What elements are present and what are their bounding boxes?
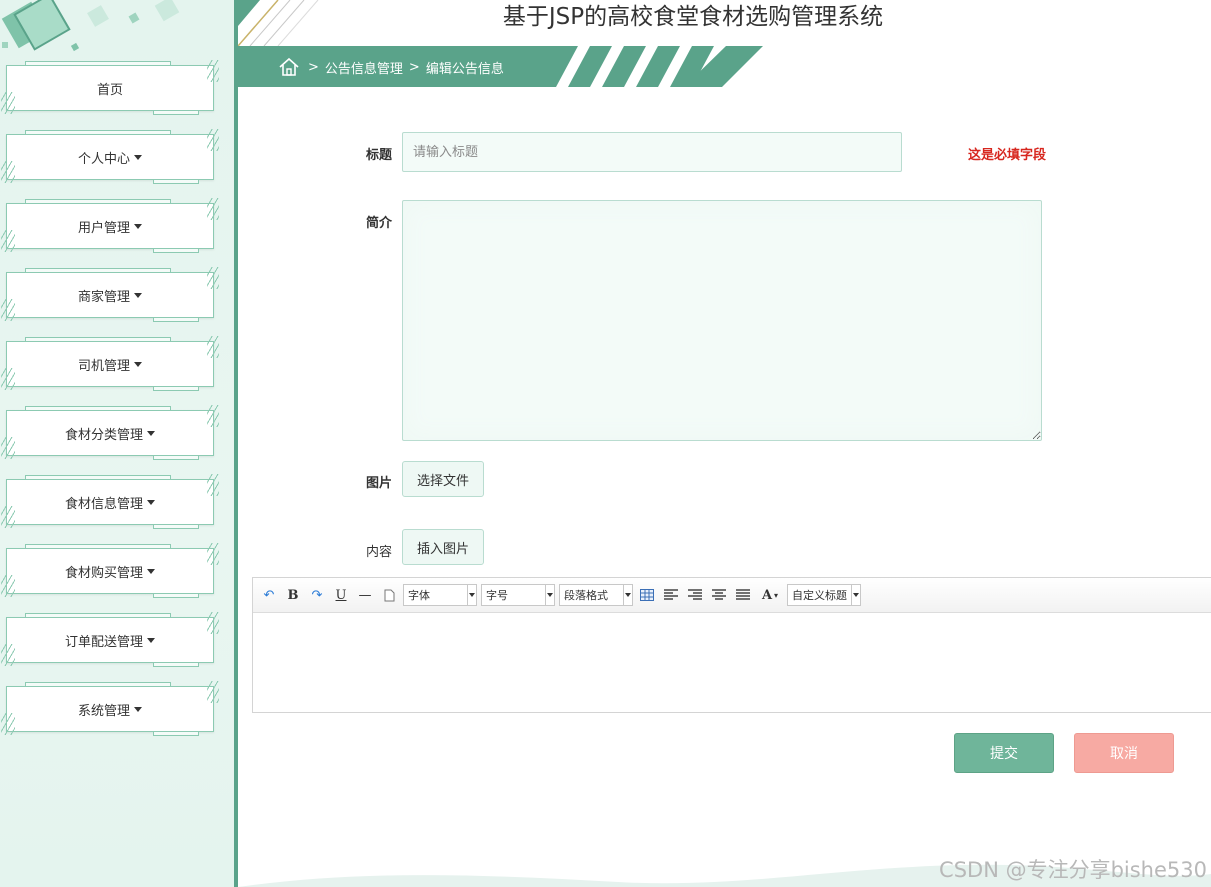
font-color-icon[interactable]: A ▾ — [757, 585, 783, 605]
sidebar-item-label: 食材信息管理 — [64, 496, 143, 512]
undo-icon[interactable]: ↶ — [259, 585, 279, 605]
choose-file-button[interactable]: 选择文件 — [402, 461, 484, 497]
submit-button[interactable]: 提交 — [954, 733, 1054, 773]
rich-text-editor: ↶ B ↷ U — 字体 字号 段落格式 A ▾ 自定义标题 — [252, 577, 1211, 713]
align-left-icon[interactable] — [661, 585, 681, 605]
sidebar-item-label: 订单配送管理 — [64, 634, 143, 650]
caret-down-icon — [134, 361, 142, 367]
watermark: CSDN @专注分享bishe530 — [939, 858, 1207, 882]
sidebar-item-merchant-management[interactable]: 商家管理 — [1, 267, 219, 322]
sidebar-item-ingredient-category[interactable]: 食材分类管理 — [1, 405, 219, 460]
chevron-down-icon — [467, 585, 476, 605]
table-icon[interactable] — [637, 585, 657, 605]
caret-down-icon — [147, 499, 155, 505]
font-family-select[interactable]: 字体 — [403, 584, 477, 606]
sidebar-item-label: 司机管理 — [77, 358, 130, 374]
caret-down-icon — [147, 430, 155, 436]
sidebar-item-label: 用户管理 — [77, 220, 130, 236]
page-title: 基于JSP的高校食堂食材选购管理系统 — [502, 4, 884, 30]
paragraph-format-select[interactable]: 段落格式 — [559, 584, 633, 606]
sidebar-item-driver-management[interactable]: 司机管理 — [1, 336, 219, 391]
breadcrumb-item-notice-management[interactable]: 公告信息管理 — [325, 58, 403, 77]
title-input[interactable] — [402, 132, 902, 172]
content-label: 内容 — [365, 545, 392, 560]
sidebar-item-ingredient-info[interactable]: 食材信息管理 — [1, 474, 219, 529]
font-size-select[interactable]: 字号 — [481, 584, 555, 606]
underline-icon[interactable]: U — [331, 585, 351, 605]
corner-decoration — [1, 0, 180, 52]
insert-image-button[interactable]: 插入图片 — [402, 529, 484, 565]
required-field-message: 这是必填字段 — [968, 148, 1047, 163]
caret-down-icon — [147, 568, 155, 574]
sidebar-item-label: 食材分类管理 — [64, 427, 143, 443]
home-icon[interactable] — [278, 57, 300, 77]
align-center-icon[interactable] — [709, 585, 729, 605]
breadcrumb: > 公告信息管理 > 编辑公告信息 — [278, 55, 510, 79]
chevron-down-icon — [851, 585, 860, 605]
redo-icon[interactable]: ↷ — [307, 585, 327, 605]
sidebar-item-label: 首页 — [96, 82, 123, 98]
custom-heading-select-value: 自定义标题 — [792, 589, 847, 602]
editor-content-area[interactable] — [253, 613, 1211, 713]
editor-toolbar: ↶ B ↷ U — 字体 字号 段落格式 A ▾ 自定义标题 — [253, 578, 1211, 613]
bold-icon[interactable]: B — [283, 585, 303, 605]
sidebar-divider — [234, 0, 238, 887]
caret-down-icon — [147, 637, 155, 643]
paragraph-format-select-value: 段落格式 — [564, 589, 608, 602]
sidebar-item-personal-center[interactable]: 个人中心 — [1, 129, 219, 184]
breadcrumb-separator: > — [408, 59, 420, 75]
cancel-button[interactable]: 取消 — [1074, 733, 1174, 773]
sidebar-item-label: 商家管理 — [77, 289, 130, 305]
sidebar-item-label: 食材购买管理 — [64, 565, 143, 581]
horizontal-rule-icon[interactable]: — — [355, 585, 375, 605]
caret-down-icon — [134, 223, 142, 229]
sidebar-item-order-delivery[interactable]: 订单配送管理 — [1, 612, 219, 667]
intro-label: 简介 — [365, 216, 392, 231]
caret-down-icon — [134, 154, 142, 160]
sidebar-item-ingredient-purchase[interactable]: 食材购买管理 — [1, 543, 219, 598]
chevron-down-icon — [623, 585, 632, 605]
title-label: 标题 — [365, 148, 392, 163]
sidebar-item-label: 个人中心 — [77, 151, 130, 167]
align-right-icon[interactable] — [685, 585, 705, 605]
breadcrumb-separator: > — [308, 59, 319, 75]
caret-down-icon — [134, 292, 142, 298]
sidebar-item-user-management[interactable]: 用户管理 — [1, 198, 219, 253]
image-label: 图片 — [365, 476, 392, 491]
sidebar-item-system-management[interactable]: 系统管理 — [1, 681, 219, 736]
font-family-select-value: 字体 — [408, 589, 430, 602]
chevron-down-icon — [545, 585, 554, 605]
page-icon[interactable] — [379, 585, 399, 605]
align-justify-icon[interactable] — [733, 585, 753, 605]
intro-textarea[interactable] — [402, 200, 1042, 441]
caret-down-icon — [134, 706, 142, 712]
sidebar-item-home[interactable]: 首页 — [1, 60, 219, 115]
sidebar-item-label: 系统管理 — [77, 703, 130, 719]
font-size-select-value: 字号 — [486, 589, 508, 602]
custom-heading-select[interactable]: 自定义标题 — [787, 584, 861, 606]
breadcrumb-item-edit-notice: 编辑公告信息 — [425, 61, 504, 77]
